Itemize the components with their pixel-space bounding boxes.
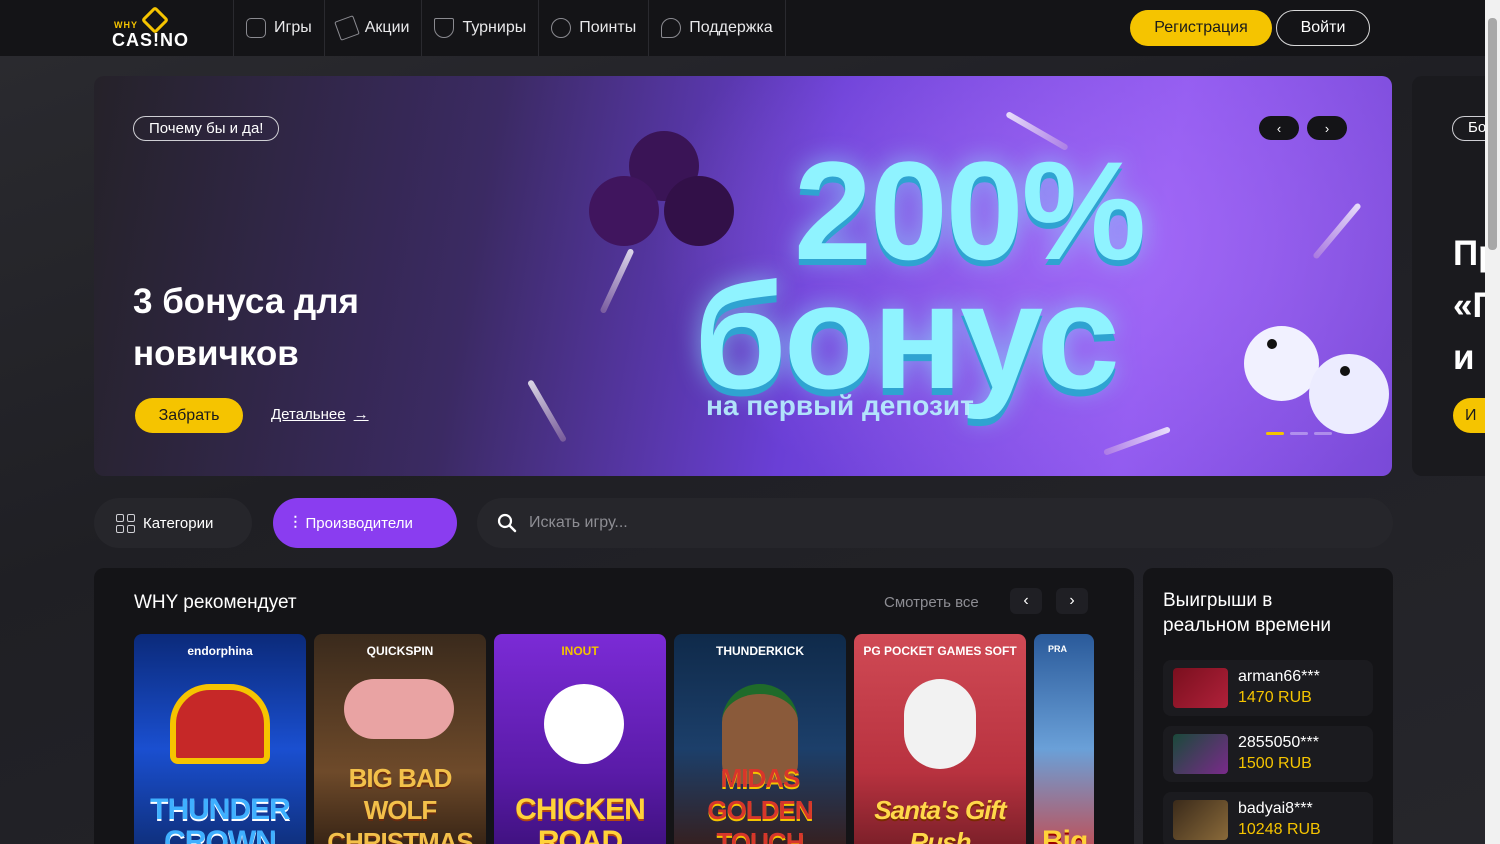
pigs-illustration — [344, 679, 454, 739]
sliders-icon: ⫶ — [293, 512, 298, 533]
login-button[interactable]: Войти — [1276, 10, 1370, 46]
win-amount: 1500 RUB — [1238, 755, 1312, 772]
recommended-next-button[interactable]: › — [1056, 588, 1088, 614]
next-banner-peek[interactable]: Бо Пр «П и И — [1412, 76, 1485, 476]
game-card[interactable]: endorphina THUNDER CROWN — [134, 634, 306, 844]
crown-illustration — [170, 684, 270, 764]
win-game-thumbnail — [1173, 734, 1228, 774]
games-carousel: endorphina THUNDER CROWN QUICKSPIN BIG B… — [134, 634, 1094, 844]
banner-pagination — [1266, 432, 1332, 435]
trophy-icon — [434, 18, 455, 38]
nav-label: Турниры — [462, 19, 527, 36]
coin-icon — [551, 18, 572, 38]
promo-banner[interactable]: 200% бонус на первый депозит Почему бы и… — [94, 76, 1392, 476]
see-all-link[interactable]: Смотреть все — [884, 594, 979, 611]
register-button[interactable]: Регистрация — [1130, 10, 1272, 46]
nav-item-promotions[interactable]: Акции — [323, 0, 422, 56]
win-item[interactable]: arman66*** 1470 RUB — [1163, 660, 1373, 716]
scrollbar-thumb[interactable] — [1488, 18, 1497, 250]
chicken-illustration — [544, 684, 624, 764]
game-title: Big — [1042, 825, 1088, 844]
providers-button[interactable]: ⫶ Производители — [273, 498, 457, 548]
banner-tag: Почему бы и да! — [133, 116, 280, 141]
pagination-dot[interactable] — [1314, 432, 1332, 435]
game-card[interactable]: THUNDERKICK MIDAS GOLDEN TOUCH — [674, 634, 846, 844]
main-nav: Игры Акции Турниры Поинты Поддержка — [233, 0, 786, 56]
pagination-dot-active[interactable] — [1266, 432, 1284, 435]
recommended-prev-button[interactable]: ‹ — [1010, 588, 1042, 614]
game-title: Santa's Gift Rush — [874, 795, 1006, 844]
nav-item-support[interactable]: Поддержка — [648, 0, 786, 56]
win-username: badyai8*** — [1238, 800, 1313, 817]
details-link-label: Детальнее — [271, 406, 346, 423]
game-provider: PRA — [1048, 644, 1068, 654]
game-card[interactable]: INOUT CHICKEN ROAD — [494, 634, 666, 844]
banner-art-word: бонус — [694, 252, 1120, 420]
logo-top-text: WHY — [114, 20, 138, 30]
game-provider: THUNDERKICK — [716, 644, 804, 658]
win-item[interactable]: 2855050*** 1500 RUB — [1163, 726, 1373, 782]
top-header: WHY CAS!NO Игры Акции Турниры Поинты Под… — [0, 0, 1500, 56]
grid-icon — [116, 513, 135, 533]
santa-illustration — [904, 679, 976, 769]
eyes-character-illustration — [1244, 326, 1392, 436]
party-icon — [333, 15, 360, 41]
win-amount: 1470 RUB — [1238, 689, 1312, 706]
game-card[interactable]: QUICKSPIN BIG BAD WOLF CHRISTMAS — [314, 634, 486, 844]
recommended-title: WHY рекомендует — [134, 592, 297, 613]
live-wins-section: Выигрыши в реальном времени arman66*** 1… — [1143, 568, 1393, 844]
search-input[interactable] — [529, 514, 1329, 532]
game-title: THUNDER CROWN — [150, 793, 291, 844]
categories-button[interactable]: Категории — [94, 498, 252, 548]
recommended-section: WHY рекомендует Смотреть все ‹ › endorph… — [94, 568, 1134, 844]
claim-bonus-button[interactable]: Забрать — [135, 398, 243, 433]
win-game-thumbnail — [1173, 668, 1228, 708]
next-banner-tag: Бо — [1452, 116, 1485, 141]
game-title: BIG BAD WOLF CHRISTMAS — [327, 763, 474, 844]
nav-label: Поинты — [579, 19, 637, 36]
nav-item-tournaments[interactable]: Турниры — [421, 0, 538, 56]
next-banner-title: Пр «П и — [1453, 234, 1485, 377]
nav-label: Игры — [274, 19, 312, 36]
live-wins-title: Выигрыши в реальном времени — [1163, 590, 1332, 636]
lightning-decoration — [526, 379, 568, 443]
game-card[interactable]: PG POCKET GAMES SOFT Santa's Gift Rush — [854, 634, 1026, 844]
site-logo[interactable]: WHY CAS!NO — [112, 5, 192, 50]
win-game-thumbnail — [1173, 800, 1228, 840]
cards-icon — [246, 18, 266, 38]
nav-item-games[interactable]: Игры — [233, 0, 324, 56]
win-username: arman66*** — [1238, 668, 1320, 685]
chat-icon — [661, 18, 682, 38]
next-banner-button[interactable]: И — [1453, 398, 1485, 433]
nav-label: Поддержка — [689, 19, 773, 36]
arrow-right-icon: → — [353, 406, 369, 423]
categories-label: Категории — [143, 514, 214, 532]
banner-next-button[interactable]: › — [1307, 116, 1347, 140]
details-link[interactable]: Детальнее → — [271, 406, 369, 423]
game-card[interactable]: PRA Big — [1034, 634, 1094, 844]
pagination-dot[interactable] — [1290, 432, 1308, 435]
game-provider: PG POCKET GAMES SOFT — [863, 644, 1017, 658]
win-amount: 10248 RUB — [1238, 821, 1321, 838]
game-provider: endorphina — [187, 644, 253, 658]
nav-label: Акции — [364, 19, 410, 36]
win-username: 2855050*** — [1238, 734, 1319, 751]
banner-title: 3 бонуса для новичков — [133, 282, 359, 373]
search-icon — [497, 513, 517, 533]
win-item[interactable]: badyai8*** 10248 RUB — [1163, 792, 1373, 844]
game-provider: INOUT — [561, 644, 599, 658]
game-title: MIDAS GOLDEN TOUCH — [707, 763, 813, 844]
banner-prev-button[interactable]: ‹ — [1259, 116, 1299, 140]
game-title: CHICKEN ROAD — [515, 793, 646, 844]
game-search[interactable] — [477, 498, 1393, 548]
banner-art-subtitle: на первый депозит — [706, 390, 974, 421]
logo-main-text: CAS!NO — [112, 30, 189, 50]
nav-item-points[interactable]: Поинты — [538, 0, 648, 56]
game-provider: QUICKSPIN — [366, 644, 434, 658]
providers-label: Производители — [305, 514, 413, 532]
